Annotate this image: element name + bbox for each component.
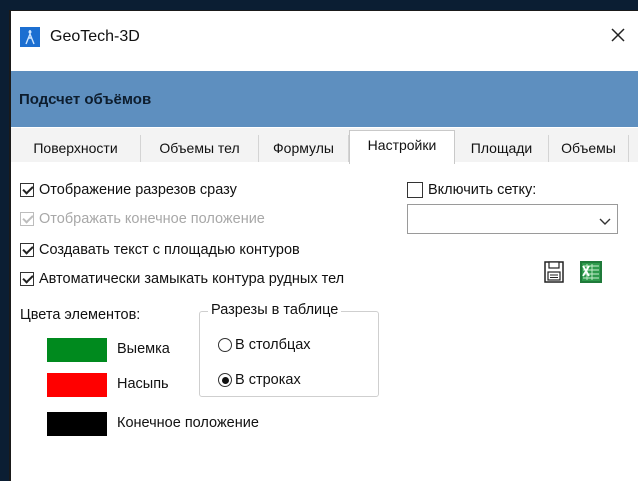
auto-close-contours-label: Автоматически замыкать контура рудных те…: [39, 271, 345, 287]
excel-export-icon: [579, 260, 603, 287]
checkbox-box[interactable]: [20, 183, 34, 197]
dialog-title: Подсчет объёмов: [19, 91, 152, 108]
settings-panel: Отображение разрезов сразу Отображать ко…: [11, 162, 638, 481]
excel-export-button[interactable]: [577, 258, 605, 288]
app-window: GeoTech-3D Подсчет объёмов Поверхности О…: [9, 10, 638, 481]
auto-close-contours-checkbox[interactable]: Автоматически замыкать контура рудных те…: [20, 271, 344, 287]
tab-bar: Поверхности Объемы тел Формулы Настройки…: [11, 128, 638, 164]
create-text-label: Создавать текст с площадью контуров: [39, 242, 300, 258]
radio-columns-label: В столбцах: [235, 337, 311, 353]
show-sections-label: Отображение разрезов сразу: [39, 182, 237, 198]
enable-grid-checkbox[interactable]: Включить сетку:: [407, 182, 536, 198]
tab-body-volumes[interactable]: Объемы тел: [141, 135, 259, 162]
tab-settings[interactable]: Настройки: [349, 130, 455, 164]
sections-table-title: Разрезы в таблице: [208, 302, 342, 318]
grid-select[interactable]: [407, 204, 618, 234]
save-button[interactable]: [540, 258, 568, 288]
fill-color-label: Насыпь: [117, 376, 169, 392]
excavation-color-label: Выемка: [117, 341, 170, 357]
enable-grid-label: Включить сетку:: [428, 182, 537, 198]
radio-rows-label: В строках: [235, 372, 301, 388]
close-icon: [610, 27, 626, 46]
tab-formulas[interactable]: Формулы: [259, 135, 349, 162]
dialog-header: Подсчет объёмов: [11, 71, 638, 127]
title-bar[interactable]: GeoTech-3D: [11, 11, 638, 59]
tab-surfaces[interactable]: Поверхности: [11, 135, 141, 162]
chevron-down-icon: [599, 213, 611, 229]
show-final-position-label: Отображать конечное положение: [39, 211, 265, 227]
checkbox-box[interactable]: [20, 243, 34, 257]
excavation-color-swatch[interactable]: [47, 338, 107, 362]
show-final-position-checkbox: Отображать конечное положение: [20, 211, 265, 227]
fill-color-swatch[interactable]: [47, 373, 107, 397]
radio-columns[interactable]: В столбцах: [218, 337, 311, 353]
checkbox-box[interactable]: [407, 182, 423, 198]
tab-areas[interactable]: Площади: [455, 135, 549, 162]
sections-table-group: Разрезы в таблице В столбцах В строках: [199, 302, 379, 397]
final-position-color-swatch[interactable]: [47, 412, 107, 436]
radio-button[interactable]: [218, 373, 232, 387]
show-sections-checkbox[interactable]: Отображение разрезов сразу: [20, 182, 237, 198]
checkbox-box[interactable]: [20, 272, 34, 286]
final-position-color-label: Конечное положение: [117, 415, 259, 431]
tab-volumes[interactable]: Объемы: [549, 135, 629, 162]
window-title: GeoTech-3D: [50, 28, 140, 45]
radio-rows[interactable]: В строках: [218, 372, 301, 388]
checkbox-box: [20, 212, 34, 226]
app-logo-icon: [20, 27, 40, 47]
create-text-checkbox[interactable]: Создавать текст с площадью контуров: [20, 242, 300, 258]
save-icon: [544, 260, 564, 286]
radio-button[interactable]: [218, 338, 232, 352]
close-button[interactable]: [598, 19, 638, 53]
colors-title: Цвета элементов:: [20, 307, 141, 323]
